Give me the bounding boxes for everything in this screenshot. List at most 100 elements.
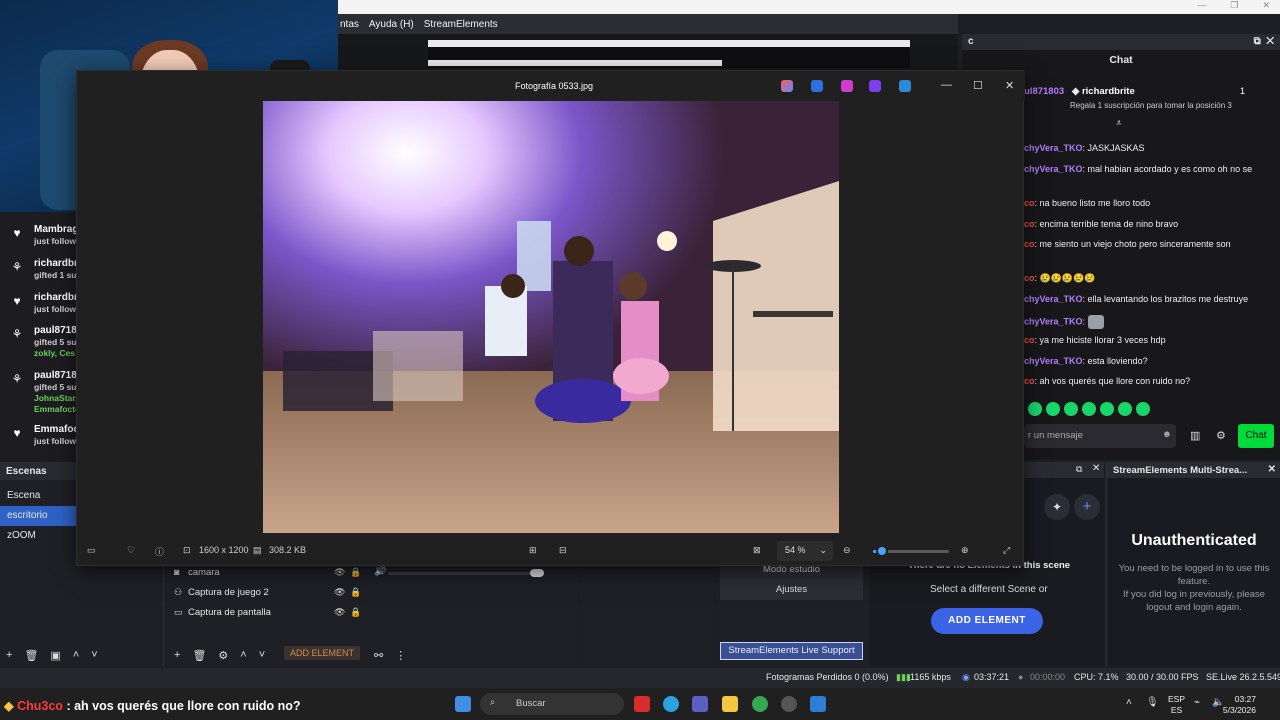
chat-message: chyVera_TKO: mal habian acordado y es co… [1024, 164, 1253, 174]
gear-icon[interactable]: ⚙ [218, 649, 228, 662]
bits-icon[interactable]: ▥ [1190, 429, 1200, 442]
chrome-icon[interactable] [752, 696, 768, 712]
add-icon[interactable]: + [6, 649, 12, 662]
close-icon[interactable]: ✕ [1262, 0, 1270, 14]
draw-icon[interactable] [841, 80, 853, 92]
trash-icon[interactable]: 🗑 [192, 649, 206, 662]
windows-start-icon[interactable] [455, 696, 471, 712]
adjust-icon[interactable]: ⊟ [559, 545, 567, 556]
heart-icon[interactable]: ♡ [127, 545, 135, 556]
file-size: 308.2 KB [269, 545, 307, 555]
onedrive-icon[interactable] [899, 80, 911, 92]
lock-icon[interactable]: 🔒 [350, 567, 366, 578]
volume-slider[interactable] [388, 572, 538, 575]
speaker-icon[interactable]: 🔊 [374, 566, 386, 577]
popout-icon[interactable]: ⧉ [1076, 464, 1082, 475]
chevron-up-icon[interactable]: ˄ [73, 649, 79, 662]
photo-viewer-window: Fotografía 0533.jpg — ☐ ✕ ▭ ♡ ⓘ ⊡ 1600 x… [76, 70, 1025, 566]
close-icon[interactable]: ✕ [1092, 463, 1100, 474]
chat-input[interactable]: r un mensaje ☻ [1024, 424, 1176, 448]
chat-title: Chat [1109, 54, 1133, 66]
menu-item-help[interactable]: Ayuda (H) [369, 19, 414, 30]
language-indicator[interactable]: ESP ES [1168, 694, 1185, 716]
more-icon[interactable]: ⋮ [395, 649, 406, 662]
chat-dock-tab[interactable]: c [968, 36, 974, 47]
eye-icon[interactable]: 👁 [334, 607, 350, 618]
emote-icon[interactable] [1082, 402, 1096, 416]
eye-icon[interactable]: 👁 [334, 587, 350, 598]
edit-icon[interactable] [811, 80, 823, 92]
gear-icon[interactable]: ⚙ [1216, 429, 1226, 442]
obs-icon[interactable] [781, 696, 797, 712]
mic-icon[interactable]: 🎙 [1146, 697, 1159, 708]
chevron-up-icon[interactable]: ˄ [1126, 697, 1132, 708]
filter-icon[interactable]: ▣ [50, 649, 60, 662]
filmstrip-icon[interactable]: ▭ [87, 545, 96, 556]
zoom-out-icon[interactable]: ⊖ [843, 545, 851, 556]
info-icon[interactable]: ⓘ [155, 545, 164, 558]
trash-icon[interactable]: 🗑 [24, 649, 38, 662]
maximize-icon[interactable]: ☐ [973, 79, 983, 92]
acrobat-icon[interactable] [634, 696, 650, 712]
controls-panel: Modo estudio Ajustes StreamElements Live… [716, 560, 868, 666]
explorer-icon[interactable] [722, 696, 738, 712]
live-support-button[interactable]: StreamElements Live Support [720, 642, 863, 660]
add-icon[interactable]: + [1074, 494, 1100, 520]
edge-icon[interactable] [663, 696, 679, 712]
image-size-icon: ⊡ [183, 545, 191, 555]
collapse-icon[interactable]: ⩡ [1116, 118, 1122, 129]
link-icon[interactable]: ⚯ [374, 649, 383, 662]
chat-send-button[interactable]: Chat [1238, 424, 1274, 448]
menu-item-streamelements[interactable]: StreamElements [424, 19, 498, 30]
emote-icon[interactable] [1136, 402, 1150, 416]
photos-icon[interactable] [810, 696, 826, 712]
teams-icon[interactable] [692, 696, 708, 712]
chat-message: co: encima terrible tema de nino bravo [1024, 219, 1179, 229]
minimize-icon[interactable]: — [1197, 0, 1206, 14]
close-icon[interactable]: ✕ [1005, 79, 1014, 92]
add-icon[interactable]: + [174, 649, 180, 662]
source-item[interactable]: ▭ Captura de pantalla 👁 🔒 [166, 602, 366, 622]
copilot-icon[interactable] [781, 80, 793, 92]
source-item[interactable]: ⚇ Captura de juego 2 👁 🔒 [166, 582, 366, 602]
network-icon[interactable]: ⌁ [1194, 697, 1200, 708]
clock[interactable]: 03:27 5/3/2026 [1223, 694, 1256, 716]
lock-icon[interactable]: 🔒 [350, 607, 366, 618]
eye-icon[interactable]: 👁 [334, 567, 350, 578]
login-required-text: You need to be logged in to use this fea… [1118, 563, 1270, 587]
emote-icon[interactable] [1100, 402, 1114, 416]
zoom-slider-thumb[interactable] [876, 545, 889, 557]
chevron-up-icon[interactable]: ˄ [240, 649, 246, 662]
fit-icon[interactable]: ⊠ [753, 545, 761, 556]
zoom-select[interactable]: 54 % ⌄ [777, 541, 833, 561]
emote-icon[interactable] [1046, 402, 1060, 416]
volume-slider-knob[interactable] [530, 569, 544, 577]
add-element-button[interactable]: ADD ELEMENT [283, 646, 360, 660]
emote-icon[interactable] [1118, 402, 1132, 416]
chevron-down-icon[interactable]: ˅ [259, 649, 265, 662]
zoom-in-icon[interactable]: ⊕ [961, 545, 969, 556]
chevron-down-icon[interactable]: ˅ [91, 649, 97, 662]
add-element-button[interactable]: ADD ELEMENT [931, 608, 1043, 634]
taskbar-search[interactable]: ⌕ Buscar [480, 693, 624, 715]
emote-icon[interactable] [1028, 402, 1042, 416]
crop-icon[interactable]: ⊞ [529, 545, 537, 556]
settings-button[interactable]: Ajustes [720, 580, 863, 600]
close-icon[interactable]: ⧉ ✕ [1254, 36, 1274, 47]
window-controls: — ❐ ✕ [1197, 0, 1270, 14]
maximize-icon[interactable]: ❐ [1230, 0, 1238, 14]
chat-message: chyVera_TKO: esta lloviendo? [1024, 356, 1148, 366]
viewer-title: Fotografía 0533.jpg [515, 81, 594, 91]
chat-message: chyVera_TKO: JASKJASKAS [1024, 143, 1145, 153]
minimize-icon[interactable]: — [941, 79, 952, 91]
close-icon[interactable]: ✕ [1268, 464, 1276, 475]
fullscreen-icon[interactable]: ⤢ [1003, 545, 1010, 556]
transitions-panel [580, 562, 714, 666]
clipchamp-icon[interactable] [869, 80, 881, 92]
mixer-toolbar: ⚯ ⋮ [374, 649, 406, 662]
menu-item-tools[interactable]: ntas [340, 19, 359, 30]
emote-icon[interactable] [1064, 402, 1078, 416]
sparkle-icon[interactable]: ✦ [1044, 494, 1070, 520]
emoji-icon[interactable]: ☻ [1162, 429, 1172, 440]
lock-icon[interactable]: 🔒 [350, 587, 366, 598]
